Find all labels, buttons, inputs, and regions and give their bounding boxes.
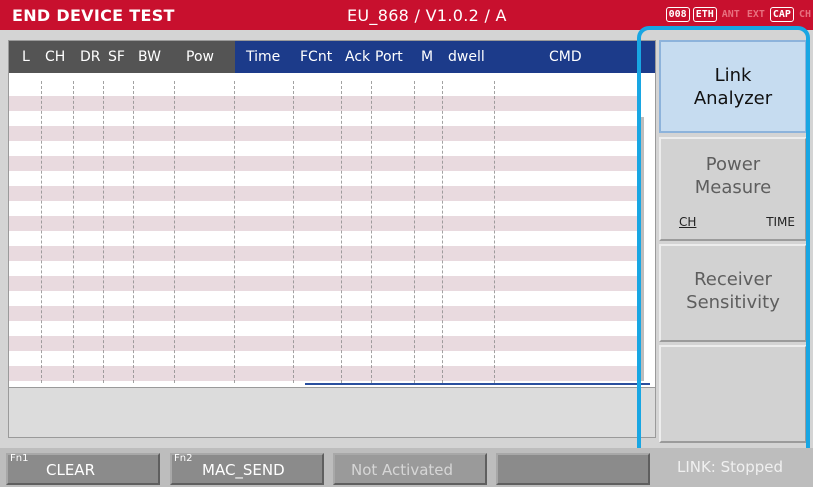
- col-bw: BW: [138, 49, 161, 65]
- indicator-ext: EXT: [746, 9, 765, 20]
- indicator-cap: CAP: [769, 7, 794, 22]
- table-scrollbar[interactable]: [641, 117, 644, 381]
- screen-title: END DEVICE TEST: [12, 6, 175, 25]
- message-area: [8, 388, 656, 438]
- column-divider: [73, 81, 74, 383]
- power-measure-button[interactable]: Power Measure CH TIME: [659, 137, 807, 241]
- column-divider: [494, 81, 495, 383]
- column-divider: [414, 81, 415, 383]
- title-bar: END DEVICE TEST EU_868 / V1.0.2 / A 008 …: [0, 0, 813, 30]
- power-measure-label-2: Measure: [694, 177, 772, 198]
- col-cmd: CMD: [549, 49, 582, 65]
- mac-send-label: MAC_SEND: [202, 461, 285, 479]
- status-indicators: 008 ETH ANT EXT CAP CH: [665, 7, 813, 22]
- link-analyzer-label-2: Analyzer: [693, 88, 773, 109]
- receiver-sensitivity-button[interactable]: Receiver Sensitivity: [659, 244, 807, 342]
- mac-send-button[interactable]: Fn2 MAC_SEND: [170, 453, 324, 485]
- power-measure-time-option[interactable]: TIME: [766, 215, 795, 229]
- packet-table: L CH DR SF BW Pow Time FCnt Ack Port M d…: [8, 40, 656, 388]
- col-l: L: [22, 49, 30, 65]
- column-divider: [174, 81, 175, 383]
- col-ch: CH: [45, 49, 66, 65]
- empty-softkey[interactable]: [659, 345, 807, 443]
- table-bottom-divider: [305, 383, 650, 385]
- indicator-eth: ETH: [692, 7, 717, 22]
- col-m: M: [421, 49, 434, 65]
- power-measure-ch-option[interactable]: CH: [679, 215, 696, 229]
- col-port: Port: [375, 49, 403, 65]
- col-pow: Pow: [186, 49, 214, 65]
- col-sf: SF: [108, 49, 125, 65]
- col-ack: Ack: [345, 49, 371, 65]
- column-divider: [133, 81, 134, 383]
- fn2-tag: Fn2: [174, 453, 193, 464]
- receiver-sensitivity-label-1: Receiver: [694, 269, 772, 290]
- col-fcnt: FCnt: [300, 49, 333, 65]
- power-measure-label-1: Power: [705, 154, 761, 175]
- link-status: LINK: Stopped: [676, 458, 784, 476]
- indicator-ant: ANT: [721, 9, 740, 20]
- column-divider: [103, 81, 104, 383]
- indicator-008: 008: [665, 7, 690, 22]
- indicator-ch: CH: [798, 9, 811, 20]
- column-divider: [234, 81, 235, 383]
- empty-function-button[interactable]: [496, 453, 650, 485]
- mode-version-label: EU_868 / V1.0.2 / A: [347, 6, 507, 25]
- col-time: Time: [246, 49, 281, 65]
- column-divider: [371, 81, 372, 383]
- link-analyzer-button[interactable]: Link Analyzer: [659, 40, 807, 133]
- column-divider: [41, 81, 42, 383]
- fn1-tag: Fn1: [10, 453, 29, 464]
- col-dr: DR: [80, 49, 101, 65]
- clear-label: CLEAR: [46, 461, 95, 479]
- column-divider: [293, 81, 294, 383]
- not-activated-label: Not Activated: [351, 461, 454, 479]
- clear-button[interactable]: Fn1 CLEAR: [6, 453, 160, 485]
- column-divider: [341, 81, 342, 383]
- col-dwell: dwell: [448, 49, 485, 65]
- column-divider: [442, 81, 443, 383]
- link-analyzer-label-1: Link: [714, 65, 752, 86]
- receiver-sensitivity-label-2: Sensitivity: [686, 292, 780, 313]
- not-activated-button[interactable]: Not Activated: [333, 453, 487, 485]
